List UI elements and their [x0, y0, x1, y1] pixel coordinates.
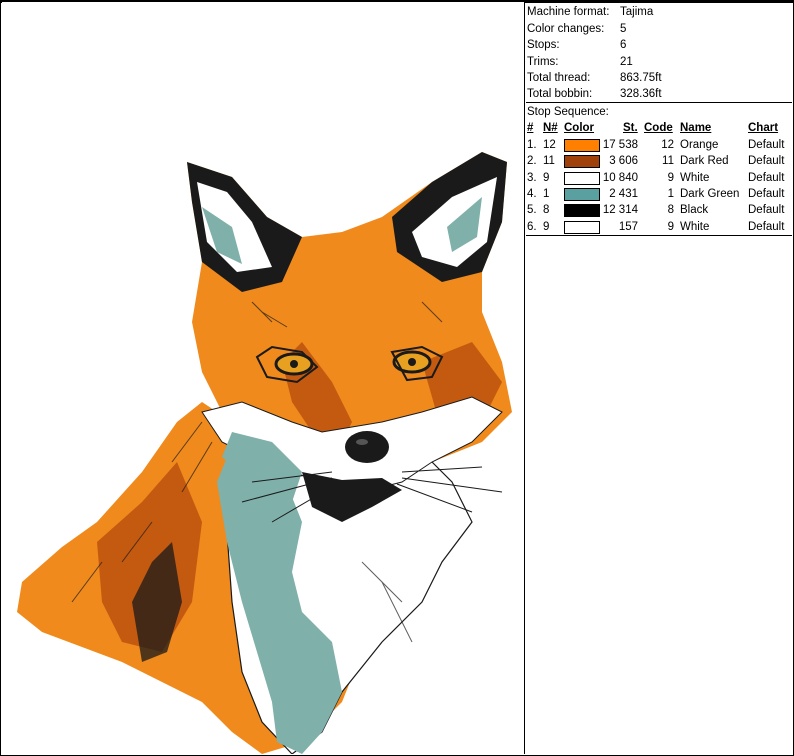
row-name: White [680, 172, 710, 184]
info-label: Trims: [527, 56, 559, 68]
row-st: 17 538 [602, 139, 638, 151]
row-chart: Default [748, 172, 785, 184]
design-info-panel: Machine format: Tajima Color changes: 5 … [526, 3, 792, 753]
info-label: Color changes: [527, 23, 605, 35]
row-code: 9 [667, 221, 674, 233]
row-n: 9 [543, 221, 550, 233]
row-n: 12 [543, 139, 556, 151]
info-label: Machine format: [527, 6, 610, 18]
row-idx: 6. [527, 221, 537, 233]
info-value: 328.36ft [620, 88, 662, 100]
color-swatch [564, 221, 600, 234]
info-value: 863.75ft [620, 72, 662, 84]
col-header-stitches: St. [623, 122, 638, 134]
row-code: 1 [667, 188, 674, 200]
col-header-index: # [527, 122, 534, 134]
row-chart: Default [748, 139, 785, 151]
row-chart: Default [748, 155, 785, 167]
row-name: Orange [680, 139, 719, 151]
info-label: Total bobbin: [527, 88, 593, 100]
row-code: 9 [667, 172, 674, 184]
row-n: 11 [543, 155, 555, 167]
col-header-chart: Chart [748, 122, 779, 134]
info-label: Total thread: [527, 72, 591, 84]
fox-embroidery-image [17, 152, 512, 754]
color-swatch [564, 155, 600, 168]
color-swatch [564, 172, 600, 185]
color-swatch [564, 204, 600, 217]
row-code: 8 [667, 204, 674, 216]
row-idx: 4. [527, 188, 537, 200]
color-swatch [564, 188, 600, 201]
info-value: Tajima [620, 6, 654, 18]
row-chart: Default [748, 221, 785, 233]
col-header-needle: N# [543, 122, 558, 134]
row-n: 9 [543, 172, 550, 184]
col-header-color: Color [564, 122, 595, 134]
table-bottom-divider [526, 235, 792, 236]
info-label: Stops: [527, 39, 560, 51]
row-code: 12 [661, 139, 674, 151]
row-idx: 1. [527, 139, 537, 151]
row-st: 10 840 [602, 172, 638, 184]
row-st: 3 606 [609, 155, 638, 167]
row-n: 8 [543, 204, 550, 216]
row-chart: Default [748, 204, 785, 216]
row-code: 11 [662, 155, 674, 167]
row-n: 1 [543, 188, 550, 200]
col-header-code: Code [644, 122, 673, 134]
embroidery-preview-window: Machine format: Tajima Color changes: 5 … [0, 0, 794, 756]
stop-sequence-title: Stop Sequence: [527, 106, 609, 118]
row-st: 2 431 [609, 188, 638, 200]
col-header-name: Name [680, 122, 712, 134]
row-st: 157 [618, 221, 638, 233]
row-idx: 2. [527, 155, 537, 167]
fox-nose [345, 431, 389, 463]
row-idx: 3. [527, 172, 537, 184]
section-divider [526, 102, 792, 103]
row-name: Black [680, 204, 709, 216]
info-value: 21 [620, 56, 633, 68]
info-value: 5 [620, 23, 627, 35]
row-st: 12 314 [602, 204, 638, 216]
info-value: 6 [620, 39, 627, 51]
row-idx: 5. [527, 204, 537, 216]
color-swatch [564, 139, 600, 152]
row-name: White [680, 221, 710, 233]
design-canvas[interactable] [2, 2, 525, 754]
row-chart: Default [748, 188, 785, 200]
row-name: Dark Green [680, 188, 740, 200]
row-name: Dark Red [680, 155, 729, 167]
